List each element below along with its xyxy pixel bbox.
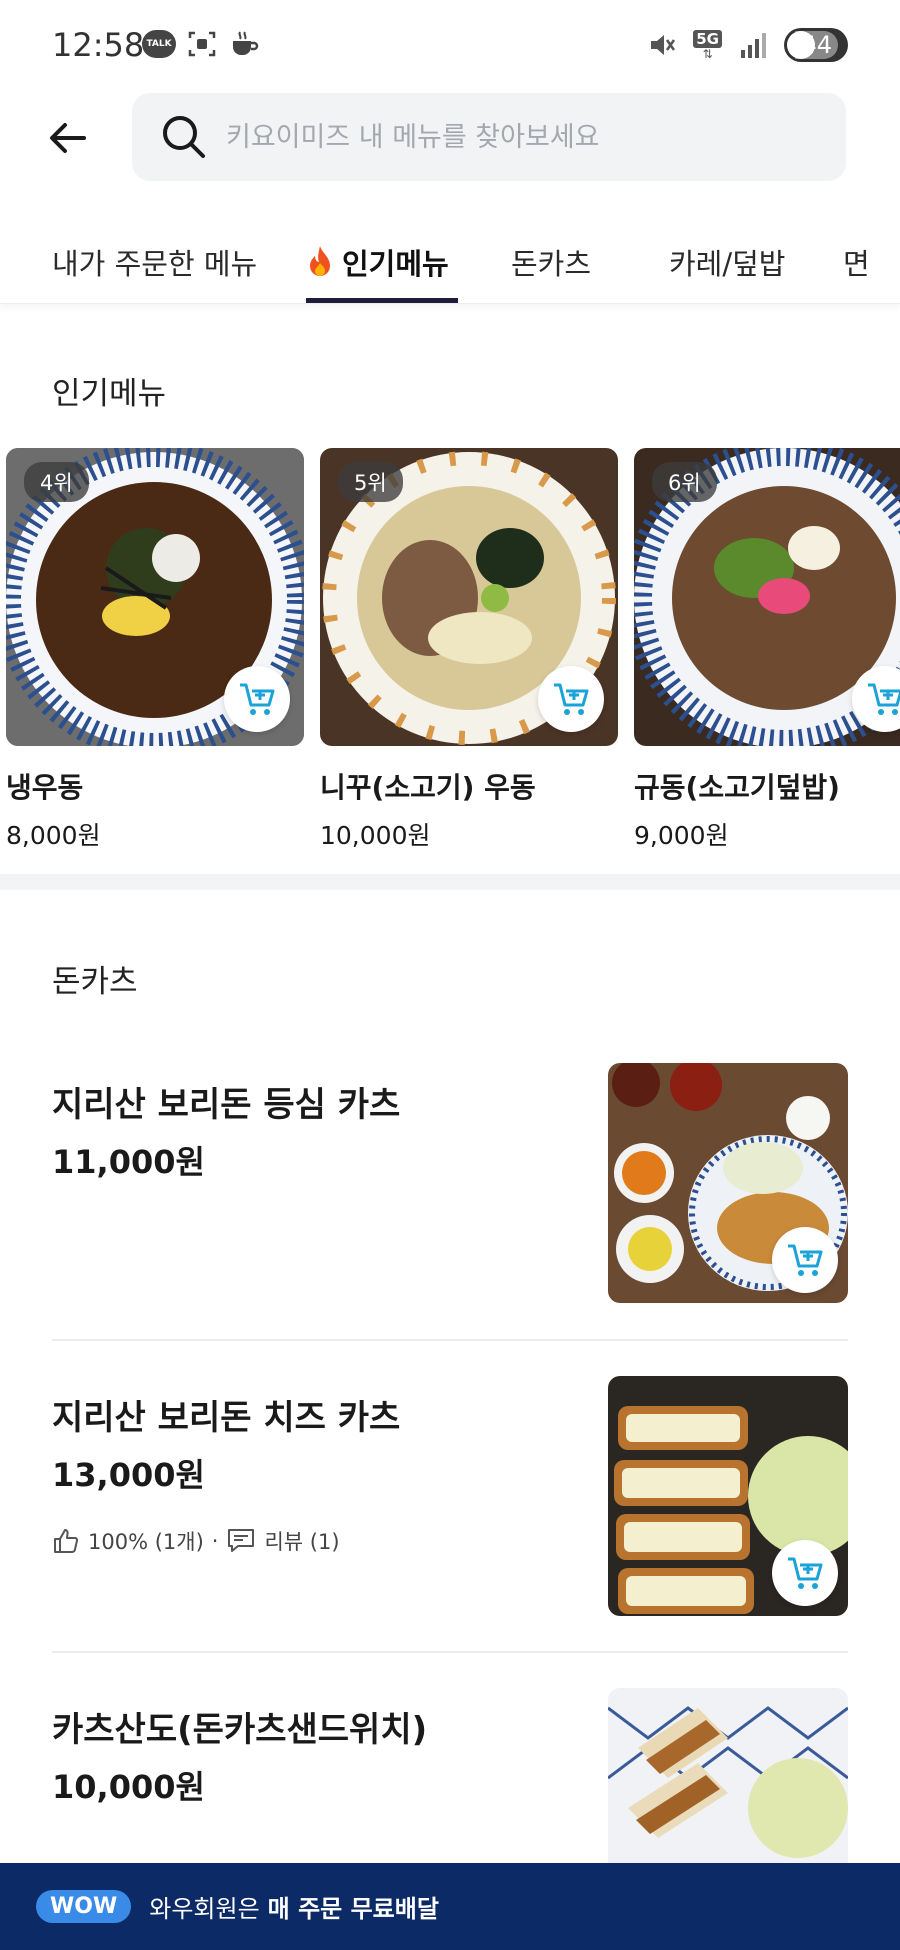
talk-icon: TALK (142, 30, 176, 58)
status-right-icons: 5G ⇅ 44 (647, 28, 848, 62)
wow-badge: WOW (36, 1890, 132, 1923)
wow-banner-bold-text: 매 주문 무료배달 (267, 1895, 439, 1923)
search-box[interactable] (132, 93, 846, 181)
cart-add-icon (554, 683, 589, 715)
cart-add-icon (788, 1244, 823, 1276)
like-rate: 100% (1개) (88, 1530, 204, 1554)
tab-my-orders[interactable]: 내가 주문한 메뉴 (52, 230, 257, 294)
tonkatsu-section-title: 돈카츠 (52, 964, 138, 1000)
menu-price: 13,000원 (52, 1456, 205, 1494)
back-button[interactable] (44, 114, 92, 162)
menu-image: 6위 (634, 448, 900, 746)
add-to-cart-button[interactable] (772, 1540, 838, 1606)
active-tab-indicator (306, 298, 458, 303)
list-divider (52, 1339, 848, 1341)
menu-name: 냉우동 (6, 771, 84, 804)
add-to-cart-button[interactable] (538, 666, 604, 732)
thumbs-up-icon (54, 1529, 79, 1554)
wow-banner-text: 와우회원은 (149, 1895, 260, 1923)
mute-icon (651, 35, 676, 55)
cart-add-icon (868, 683, 900, 715)
popular-menu-card[interactable]: 5위 니꾸(소고기) 우동 10,000원 (320, 448, 618, 852)
battery-indicator: 44 (784, 28, 848, 62)
tab-popular[interactable]: 인기메뉴 (306, 230, 449, 294)
menu-list-item[interactable]: 지리산 보리돈 등심 카츠 11,000원 (52, 1063, 848, 1303)
menu-name: 지리산 보리돈 치즈 카츠 (52, 1398, 401, 1438)
rank-badge: 4위 (24, 462, 89, 502)
popular-menu-card[interactable]: 4위 냉우동 8,000원 (6, 448, 304, 852)
arrow-left-icon (50, 123, 86, 153)
menu-name: 지리산 보리돈 등심 카츠 (52, 1085, 401, 1125)
category-tabs: 내가 주문한 메뉴 인기메뉴 돈카츠 카레/덮밥 면 (0, 220, 900, 304)
scan-icon (188, 31, 216, 57)
menu-name: 카츠산도(돈카츠샌드위치) (52, 1710, 428, 1750)
network-label: 5G (693, 30, 722, 48)
cart-add-icon (240, 683, 275, 715)
review-count[interactable]: 리뷰 (1) (264, 1526, 339, 1556)
menu-list-item[interactable]: 지리산 보리돈 치즈 카츠 13,000원 100% (1개) · 리뷰 (1) (52, 1376, 848, 1616)
rating-meta: 100% (1개) · 리뷰 (1) (52, 1526, 340, 1556)
review-icon (228, 1529, 255, 1552)
add-to-cart-button[interactable] (224, 666, 290, 732)
menu-price: 10,000원 (52, 1768, 205, 1806)
rank-badge: 6위 (652, 462, 717, 502)
search-icon (163, 116, 205, 158)
wow-membership-banner[interactable]: WOW 와우회원은 매 주문 무료배달 (0, 1863, 900, 1950)
signal-icon (741, 33, 766, 58)
menu-price: 8,000원 (6, 821, 101, 850)
menu-image (608, 1376, 848, 1616)
menu-price: 9,000원 (634, 821, 729, 850)
status-bar: 12:58 TALK 5G ⇅ 44 (0, 0, 900, 90)
section-divider (0, 874, 900, 890)
cart-add-icon (788, 1557, 823, 1589)
menu-price: 10,000원 (320, 821, 431, 850)
menu-name: 니꾸(소고기) 우동 (320, 771, 536, 804)
meta-separator: · (211, 1529, 219, 1553)
status-left-icons: TALK (142, 28, 260, 60)
search-input[interactable] (226, 121, 786, 153)
coffee-icon (233, 31, 259, 55)
katsu-sando-photo (608, 1688, 848, 1863)
menu-name: 규동(소고기덮밥) (634, 771, 840, 804)
add-to-cart-button[interactable] (772, 1227, 838, 1293)
network-icon: 5G ⇅ (693, 30, 722, 60)
rank-badge: 5위 (338, 462, 403, 502)
menu-image (608, 1063, 848, 1303)
tab-curry-rice-bowl[interactable]: 카레/덮밥 (669, 230, 786, 294)
tab-tonkatsu[interactable]: 돈카츠 (511, 230, 591, 294)
status-time: 12:58 (52, 26, 145, 64)
menu-image: 4위 (6, 448, 304, 746)
menu-price: 11,000원 (52, 1143, 205, 1181)
tab-noodles[interactable]: 면 (843, 230, 870, 294)
battery-saver-icon (787, 31, 815, 59)
tab-popular-label: 인기메뉴 (342, 247, 449, 281)
menu-image (608, 1688, 848, 1863)
fire-icon (310, 246, 330, 276)
popular-menu-card[interactable]: 6위 규동(소고기덮밥) 9,000원 (634, 448, 900, 852)
menu-image: 5위 (320, 448, 618, 746)
list-divider (52, 1651, 848, 1653)
popular-section-title: 인기메뉴 (52, 376, 167, 412)
